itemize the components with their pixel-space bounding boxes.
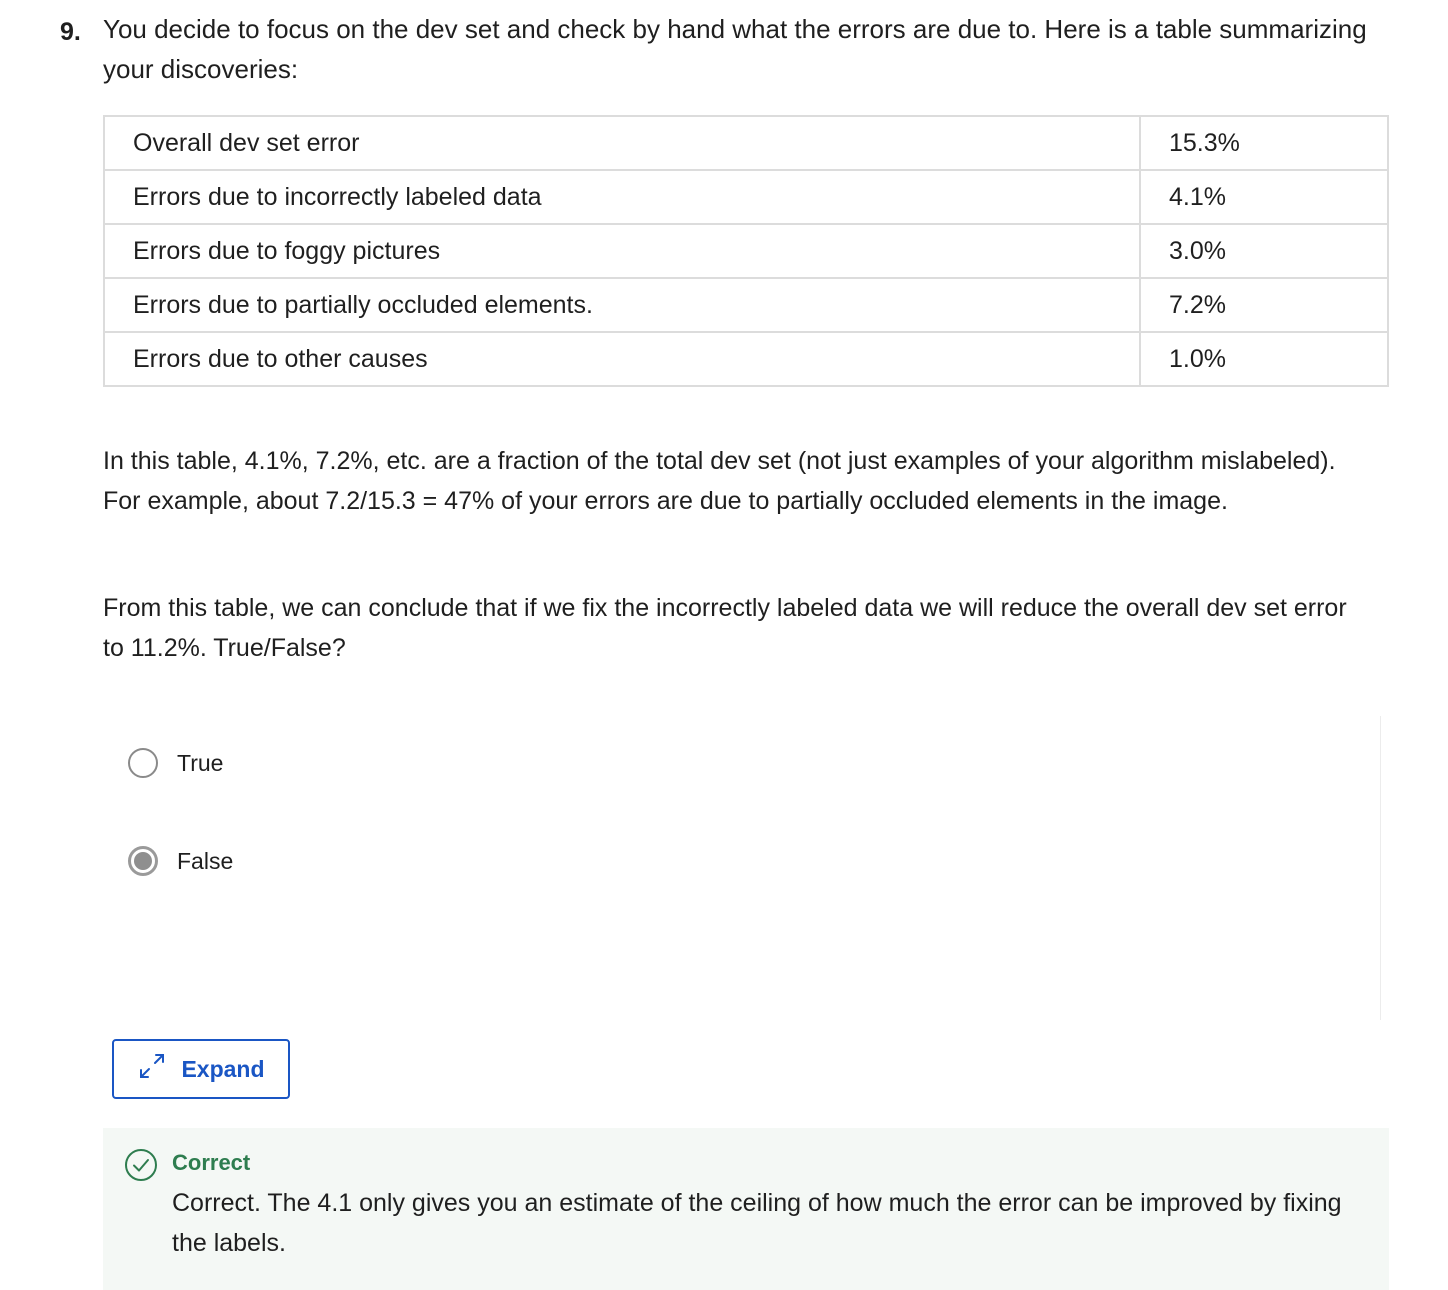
feedback-status: Correct	[172, 1150, 251, 1175]
expand-button-label: Expand	[181, 1055, 265, 1082]
radio-selected-dot	[134, 852, 152, 870]
row-value: 7.2%	[1139, 277, 1389, 333]
row-value: 15.3%	[1139, 115, 1389, 171]
radio-button-false[interactable]	[128, 846, 158, 876]
table-row: Errors due to foggy pictures 3.0%	[103, 223, 1389, 279]
option-label: True	[177, 749, 224, 776]
row-value: 1.0%	[1139, 331, 1389, 387]
row-value: 3.0%	[1139, 223, 1389, 279]
radio-button-true[interactable]	[128, 748, 158, 778]
answer-options: True False	[103, 716, 1381, 1020]
row-label: Overall dev set error	[103, 115, 1141, 171]
row-value: 4.1%	[1139, 169, 1389, 225]
table-row: Errors due to incorrectly labeled data 4…	[103, 169, 1389, 225]
row-label: Errors due to other causes	[103, 331, 1141, 387]
option-false[interactable]: False	[128, 846, 233, 876]
table-row: Errors due to other causes 1.0%	[103, 331, 1389, 387]
feedback-panel: Correct Correct. The 4.1 only gives you …	[103, 1128, 1389, 1290]
expand-arrows-icon	[137, 1051, 181, 1087]
error-summary-table: Overall dev set error 15.3% Errors due t…	[103, 115, 1389, 387]
table-row: Errors due to partially occluded element…	[103, 277, 1389, 333]
expand-button[interactable]: Expand	[112, 1039, 290, 1099]
explanation-paragraph: In this table, 4.1%, 7.2%, etc. are a fr…	[103, 447, 1336, 515]
feedback-text: Correct. The 4.1 only gives you an estim…	[172, 1189, 1342, 1257]
check-circle-icon	[124, 1148, 158, 1187]
option-true[interactable]: True	[128, 748, 223, 778]
question-text: You decide to focus on the dev set and c…	[103, 14, 1367, 84]
row-label: Errors due to foggy pictures	[103, 223, 1141, 279]
row-label: Errors due to partially occluded element…	[103, 277, 1141, 333]
question-prompt: From this table, we can conclude that if…	[103, 594, 1347, 662]
row-label: Errors due to incorrectly labeled data	[103, 169, 1141, 225]
table-row: Overall dev set error 15.3%	[103, 115, 1389, 171]
question-number: 9.	[60, 18, 81, 46]
option-label: False	[177, 847, 234, 874]
